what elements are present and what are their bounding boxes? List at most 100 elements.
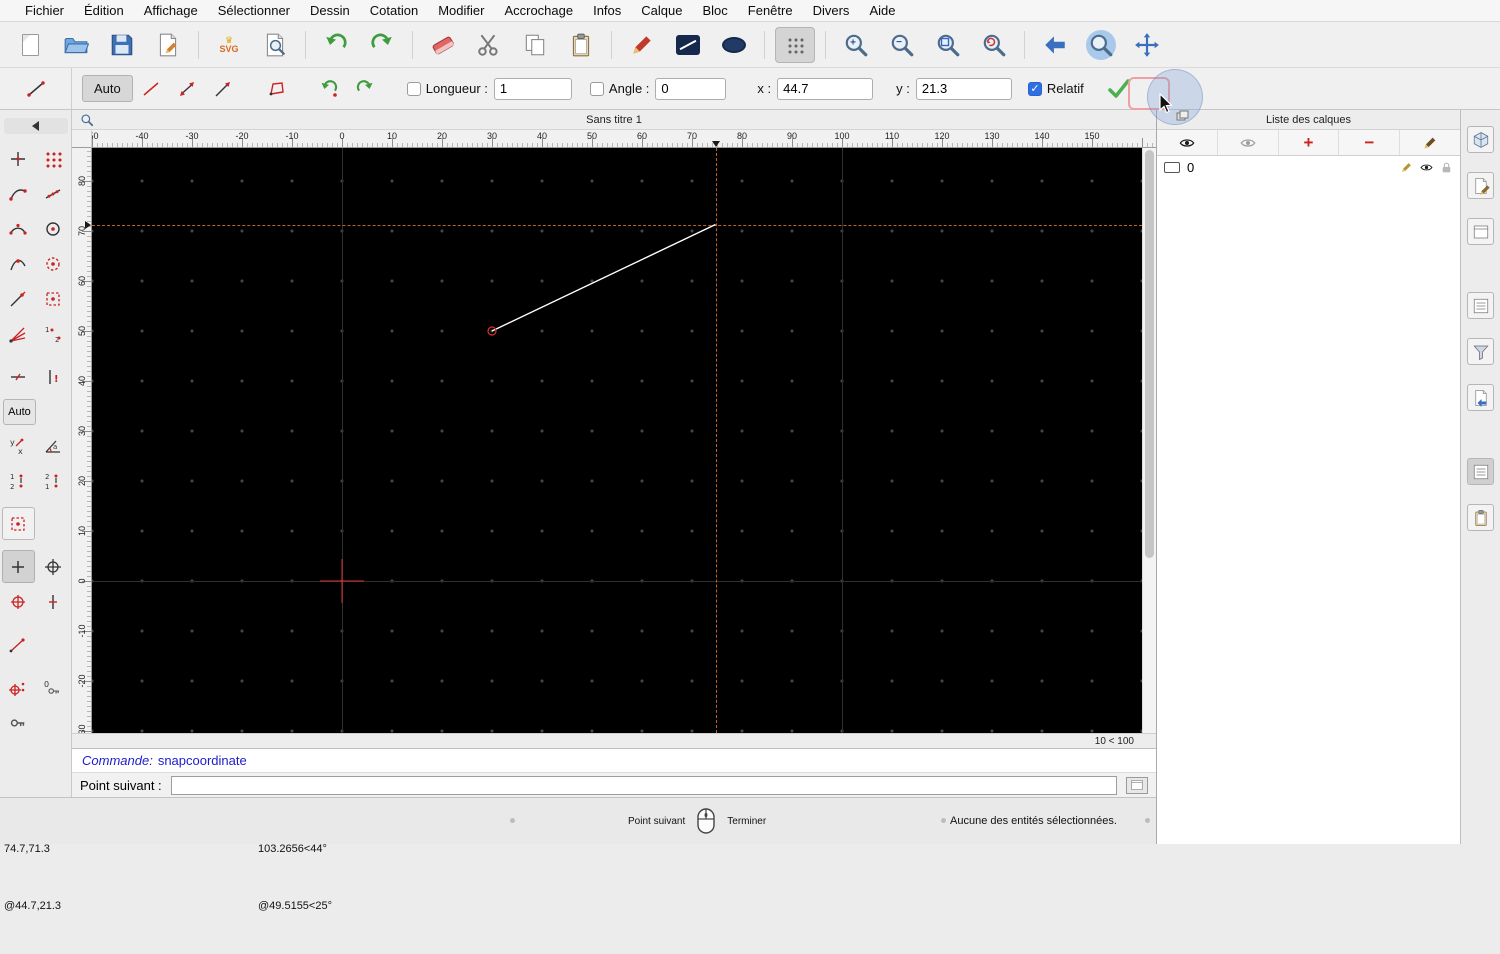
relative-zero-grid-button[interactable] [2,671,35,704]
snap-free-button[interactable] [2,142,35,175]
layer-row[interactable]: 0 [1157,156,1460,179]
layer-edit-icon[interactable] [1400,161,1413,174]
remove-layer-button[interactable]: − [1339,130,1401,155]
menu-item-bloc[interactable]: Bloc [692,3,737,18]
menu-item-modifier[interactable]: Modifier [428,3,494,18]
show-all-layers-button[interactable] [1157,130,1218,155]
export-svg-button[interactable]: ♛ SVG [209,27,249,63]
kill-actions-button[interactable] [423,27,463,63]
snap-endpoint-button[interactable] [2,177,35,210]
redo-segment-button[interactable] [347,72,383,106]
length-input[interactable] [493,77,572,100]
menu-item-affichage[interactable]: Affichage [134,3,208,18]
menu-item-divers[interactable]: Divers [803,3,860,18]
angle-input[interactable] [655,77,727,100]
relative-angle-button[interactable] [2,628,35,661]
zoom-redraw-button[interactable] [974,27,1014,63]
open-file-button[interactable] [56,27,96,63]
snap-angle-fan-button[interactable] [2,317,35,350]
order-2-1-button[interactable]: 21 [37,464,70,497]
close-polyline-button[interactable] [259,72,295,106]
angle-checkbox[interactable] [589,81,604,96]
line-attributes-button[interactable] [668,27,708,63]
exclusive-snap-button[interactable] [1,507,35,540]
entity-list-toggle[interactable] [1467,292,1494,319]
page-export-toggle[interactable] [1467,384,1494,411]
zoom-out-button[interactable]: − [882,27,922,63]
pen-attributes-button[interactable] [622,27,662,63]
menu-item-aide[interactable]: Aide [859,3,905,18]
ellipse-attributes-button[interactable] [714,27,754,63]
relative-checkbox[interactable] [1027,81,1042,96]
zoom-window-button[interactable] [1081,27,1121,63]
snap-curve-middle-button[interactable] [2,247,35,280]
save-button[interactable] [102,27,142,63]
filter-panel-toggle[interactable] [1467,338,1494,365]
layer-list-toggle[interactable] [1467,458,1494,485]
undo-segment-button[interactable] [311,72,347,106]
save-as-button[interactable] [148,27,188,63]
confirm-coordinate-button[interactable] [1100,73,1138,105]
order-1-2-button[interactable]: 12 [2,464,35,497]
drawing-canvas[interactable] [92,148,1142,733]
add-layer-button[interactable]: + [1279,130,1340,155]
menu-item-infos[interactable]: Infos [583,3,631,18]
view-zoom-icon[interactable] [80,113,94,127]
snap-angle-button[interactable]: a [37,429,70,462]
grid-plus-button[interactable] [1,550,35,583]
print-preview-button[interactable] [255,27,295,63]
restrict-vertical-button[interactable]: ! [37,360,70,393]
restrict-xy-button[interactable]: yx [2,429,35,462]
command-dock-button[interactable] [1126,776,1148,794]
zoom-previous-button[interactable] [1035,27,1075,63]
snap-grid-button[interactable] [37,142,70,175]
menu-item-édition[interactable]: Édition [74,3,134,18]
clipboard-panel-toggle[interactable] [1467,504,1494,531]
snap-auto-dropdown[interactable]: Auto [82,75,133,102]
scrollbar-thumb[interactable] [1145,150,1154,558]
snap-auto-button[interactable]: Auto [3,399,36,425]
segment-arrow-button[interactable] [205,72,241,106]
paste-button[interactable] [561,27,601,63]
lock-zero-button[interactable]: 0 [37,671,70,704]
y-input[interactable] [915,77,1012,100]
layer-visible-icon[interactable] [1420,161,1433,174]
menu-item-dessin[interactable]: Dessin [300,3,360,18]
edit-layer-button[interactable] [1400,130,1460,155]
menu-item-sélectionner[interactable]: Sélectionner [208,3,300,18]
vertical-guide-button[interactable] [37,585,70,618]
zoom-in-button[interactable]: + [836,27,876,63]
restrict-horizontal-button[interactable] [2,360,35,393]
x-input[interactable] [777,77,874,100]
menu-item-fichier[interactable]: Fichier [15,3,74,18]
window-panel-toggle[interactable] [1467,218,1494,245]
layer-lock-icon[interactable] [1440,161,1453,174]
snap-back-button[interactable] [3,118,68,134]
vertical-scrollbar[interactable] [1142,148,1156,733]
copy-button[interactable] [515,27,555,63]
length-checkbox[interactable] [406,81,421,96]
snap-two-points-button[interactable]: 12 [37,317,70,350]
layer-checkbox[interactable] [1164,162,1180,173]
snap-tangent-button[interactable] [2,282,35,315]
new-file-button[interactable] [10,27,50,63]
segment-double-arrow-button[interactable] [169,72,205,106]
snap-on-entity-button[interactable] [37,177,70,210]
set-relative-zero-button[interactable] [2,585,35,618]
menu-item-cotation[interactable]: Cotation [360,3,428,18]
zoom-auto-button[interactable] [928,27,968,63]
cut-button[interactable] [469,27,509,63]
menu-item-accrochage[interactable]: Accrochage [494,3,583,18]
crosshair-snap-button[interactable] [37,550,70,583]
segment-line-button[interactable] [133,72,169,106]
snap-distance-button[interactable] [37,247,70,280]
snap-arc-button[interactable] [2,212,35,245]
snap-center-button[interactable] [37,212,70,245]
zoom-pan-button[interactable] [1127,27,1167,63]
menu-item-fenêtre[interactable]: Fenêtre [738,3,803,18]
menu-item-calque[interactable]: Calque [631,3,692,18]
snap-middle-button[interactable] [37,282,70,315]
undo-button[interactable] [316,27,356,63]
block-list-toggle[interactable] [1467,172,1494,199]
command-input[interactable] [170,775,1117,795]
